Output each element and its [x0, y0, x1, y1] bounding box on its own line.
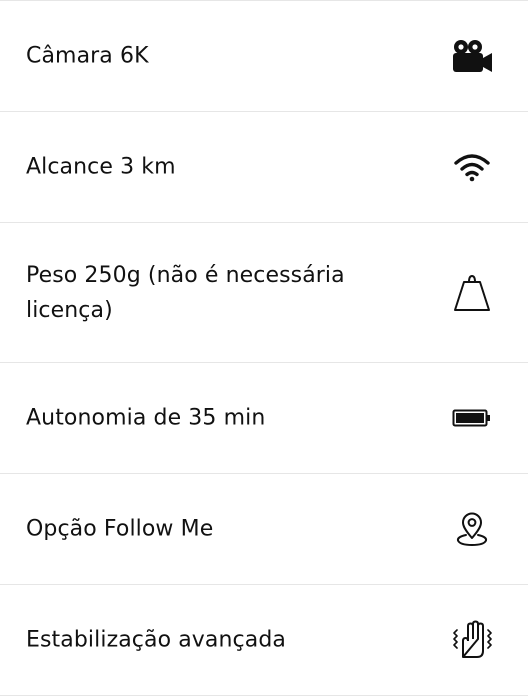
feature-row-stabilization: Estabilização avançada: [0, 585, 528, 696]
weight-icon: [450, 271, 494, 315]
feature-row-camera: Câmara 6K: [0, 1, 528, 112]
feature-row-follow-me: Opção Follow Me: [0, 474, 528, 585]
feature-label-battery: Autonomia de 35 min: [26, 405, 266, 431]
location-pin-icon: [450, 507, 494, 551]
feature-label-weight: Peso 250g (não é necessária licença): [26, 262, 345, 323]
stabilization-hand-icon: [450, 618, 494, 662]
feature-label-follow-me: Opção Follow Me: [26, 516, 214, 542]
video-camera-icon: [450, 34, 494, 78]
feature-label-stabilization: Estabilização avançada: [26, 627, 286, 653]
feature-label-range: Alcance 3 km: [26, 154, 176, 180]
feature-list: Câmara 6K Alcance 3 km Peso 250g (não é: [0, 0, 528, 699]
feature-row-weight: Peso 250g (não é necessária licença): [0, 223, 528, 363]
feature-label-camera: Câmara 6K: [26, 43, 149, 69]
wifi-signal-icon: [450, 145, 494, 189]
feature-row-battery: Autonomia de 35 min: [0, 363, 528, 474]
feature-row-range: Alcance 3 km: [0, 112, 528, 223]
battery-icon: [450, 396, 494, 440]
